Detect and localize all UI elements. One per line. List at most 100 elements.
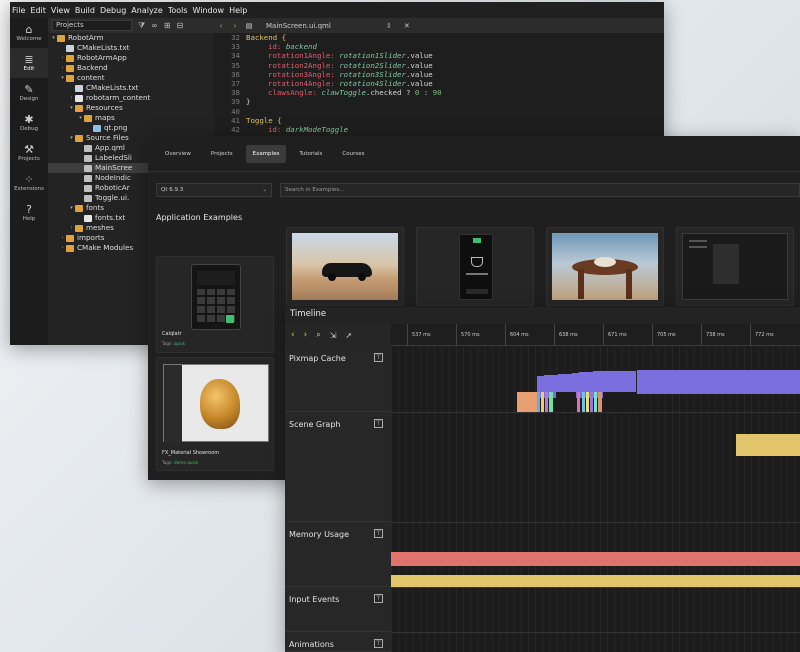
- expand-arrow-icon[interactable]: ▾: [77, 113, 84, 123]
- example-card-coffee[interactable]: [416, 227, 534, 306]
- mode-label: Extensions: [14, 186, 44, 192]
- tree-item[interactable]: › robotarm_content: [48, 93, 214, 103]
- previous-event-icon[interactable]: ‹: [291, 330, 295, 340]
- examples-search-input[interactable]: Search in Examples...: [280, 183, 800, 197]
- menu-edit[interactable]: Edit: [30, 6, 51, 15]
- tree-item[interactable]: qt.png: [48, 123, 214, 133]
- mode-projects[interactable]: ⚒ Projects: [10, 138, 48, 168]
- mode-extensions[interactable]: ⁘ Extensions: [10, 168, 48, 198]
- close-file-icon[interactable]: ✕: [404, 22, 410, 30]
- example-card-car[interactable]: [286, 227, 404, 306]
- tree-item[interactable]: CMakeLists.txt: [48, 83, 214, 93]
- folder-icon: [66, 234, 74, 242]
- tree-item[interactable]: ▾ maps: [48, 113, 214, 123]
- code-line: 34 rotation1Angle: rotation1Slider.value: [214, 51, 664, 60]
- mode-label: Design: [19, 96, 39, 102]
- menu-tools[interactable]: Tools: [168, 6, 193, 15]
- expand-arrow-icon[interactable]: ›: [59, 63, 66, 73]
- lane-input-events[interactable]: Input Events ⊤: [285, 587, 391, 632]
- expand-lane-icon[interactable]: ⊤: [374, 353, 383, 362]
- tree-item[interactable]: › RobotArmApp: [48, 53, 214, 63]
- forward-icon[interactable]: ›: [228, 22, 242, 30]
- tree-item[interactable]: ▾ Resources: [48, 103, 214, 113]
- tree-item[interactable]: ▾ content: [48, 73, 214, 83]
- timeline-toolbar: ‹ › ⌕ ⇲ ➚: [285, 324, 391, 346]
- app-thumbnail: [682, 233, 788, 300]
- code-line: 41 Toggle {: [214, 116, 664, 125]
- expand-arrow-icon[interactable]: ▾: [68, 133, 75, 143]
- tree-item[interactable]: ▾ RobotArm: [48, 33, 214, 43]
- tree-item-label: CMakeLists.txt: [86, 83, 139, 92]
- menu-file[interactable]: File: [12, 6, 30, 15]
- expand-lane-icon[interactable]: ⊤: [374, 594, 383, 603]
- tab-overview[interactable]: Overview: [158, 145, 198, 163]
- tree-item-label: meshes: [86, 223, 114, 232]
- example-card-calqlatr[interactable]: Calqlatr Tags: quick: [156, 256, 274, 353]
- mode-design[interactable]: ✎ Design: [10, 78, 48, 108]
- mode-welcome[interactable]: ⌂ Welcome: [10, 18, 48, 48]
- mode-label: Debug: [19, 126, 39, 132]
- lane-scene-graph[interactable]: Scene Graph ⊤: [285, 412, 391, 522]
- tab-courses[interactable]: Courses: [335, 145, 371, 163]
- expand-arrow-icon[interactable]: ▾: [59, 73, 66, 83]
- zoom-icon[interactable]: ⌕: [316, 330, 320, 340]
- chevron-down-icon: ⌄: [262, 187, 267, 193]
- expand-arrow-icon[interactable]: ›: [59, 53, 66, 63]
- menu-analyze[interactable]: Analyze: [131, 6, 168, 15]
- expand-lane-icon[interactable]: ⊤: [374, 639, 383, 648]
- next-event-icon[interactable]: ›: [304, 330, 308, 340]
- menu-help[interactable]: Help: [229, 6, 252, 15]
- dropdown-icon[interactable]: ⇕: [386, 22, 392, 30]
- code-text: Backend {: [246, 33, 287, 42]
- projects-selector[interactable]: Projects: [52, 20, 132, 31]
- car-thumbnail: [292, 233, 398, 300]
- lane-animations[interactable]: Animations ⊤: [285, 632, 391, 652]
- timeline-tracks[interactable]: [391, 346, 800, 652]
- folder-icon: [75, 134, 83, 142]
- mode-debug[interactable]: ✱ Debug: [10, 108, 48, 138]
- expand-lane-icon[interactable]: ⊤: [374, 529, 383, 538]
- tree-item-label: fonts.txt: [95, 213, 126, 222]
- menu-window[interactable]: Window: [193, 6, 230, 15]
- lane-memory-usage[interactable]: Memory Usage ⊤: [285, 522, 391, 587]
- open-file-selector[interactable]: MainScreen.ui.qml: [266, 22, 386, 30]
- lane-pixmap-cache[interactable]: Pixmap Cache ⊤: [285, 346, 391, 412]
- pixmap-event-bar: [594, 392, 597, 412]
- projects-icon: ⚒: [24, 143, 34, 156]
- menu-build[interactable]: Build: [75, 6, 100, 15]
- dragon-thumbnail: [163, 364, 269, 443]
- expand-arrow-icon[interactable]: ▾: [68, 103, 75, 113]
- pointer-icon[interactable]: ➚: [345, 331, 352, 340]
- example-card-app[interactable]: [676, 227, 794, 306]
- link-icon[interactable]: ∞: [151, 21, 158, 30]
- mode-help[interactable]: ? Help: [10, 198, 48, 228]
- expand-arrow-icon[interactable]: ›: [68, 93, 75, 103]
- expand-lane-icon[interactable]: ⊤: [374, 419, 383, 428]
- code-line: 37 rotation4Angle: rotation4Slider.value: [214, 79, 664, 88]
- expand-arrow-icon[interactable]: ›: [59, 233, 66, 243]
- tab-examples[interactable]: Examples: [245, 144, 287, 163]
- qml-icon: [84, 194, 92, 202]
- lane-label: Input Events: [289, 595, 340, 604]
- menu-debug[interactable]: Debug: [100, 6, 131, 15]
- tab-projects[interactable]: Projects: [204, 145, 240, 163]
- tree-item-label: robotarm_content: [86, 93, 151, 102]
- tab-tutorials[interactable]: Tutorials: [292, 145, 329, 163]
- add-split-icon[interactable]: ⊞: [164, 21, 171, 30]
- example-card-3d-table[interactable]: [546, 227, 664, 306]
- time-ruler[interactable]: 537 ms 570 ms 604 ms 638 ms 671 ms 705 ms 738 …: [391, 324, 800, 346]
- tree-item[interactable]: CMakeLists.txt: [48, 43, 214, 53]
- qt-version-select[interactable]: Qt 6.9.3 ⌄: [156, 183, 272, 197]
- example-card-fx-material[interactable]: FX_Material Showroom Tags: demo quick: [156, 357, 274, 471]
- menu-view[interactable]: View: [51, 6, 75, 15]
- mode-edit[interactable]: ≣ Edit: [10, 48, 48, 78]
- filter-icon[interactable]: ⧩: [138, 21, 145, 31]
- back-icon[interactable]: ‹: [214, 22, 228, 30]
- expand-arrow-icon[interactable]: ▾: [50, 33, 57, 43]
- range-select-icon[interactable]: ⇲: [330, 331, 337, 340]
- expand-arrow-icon[interactable]: ▾: [68, 203, 75, 213]
- tree-item[interactable]: › Backend: [48, 63, 214, 73]
- expand-arrow-icon[interactable]: ›: [59, 243, 66, 253]
- expand-arrow-icon[interactable]: ›: [68, 223, 75, 233]
- close-sidebar-icon[interactable]: ⊟: [177, 21, 184, 30]
